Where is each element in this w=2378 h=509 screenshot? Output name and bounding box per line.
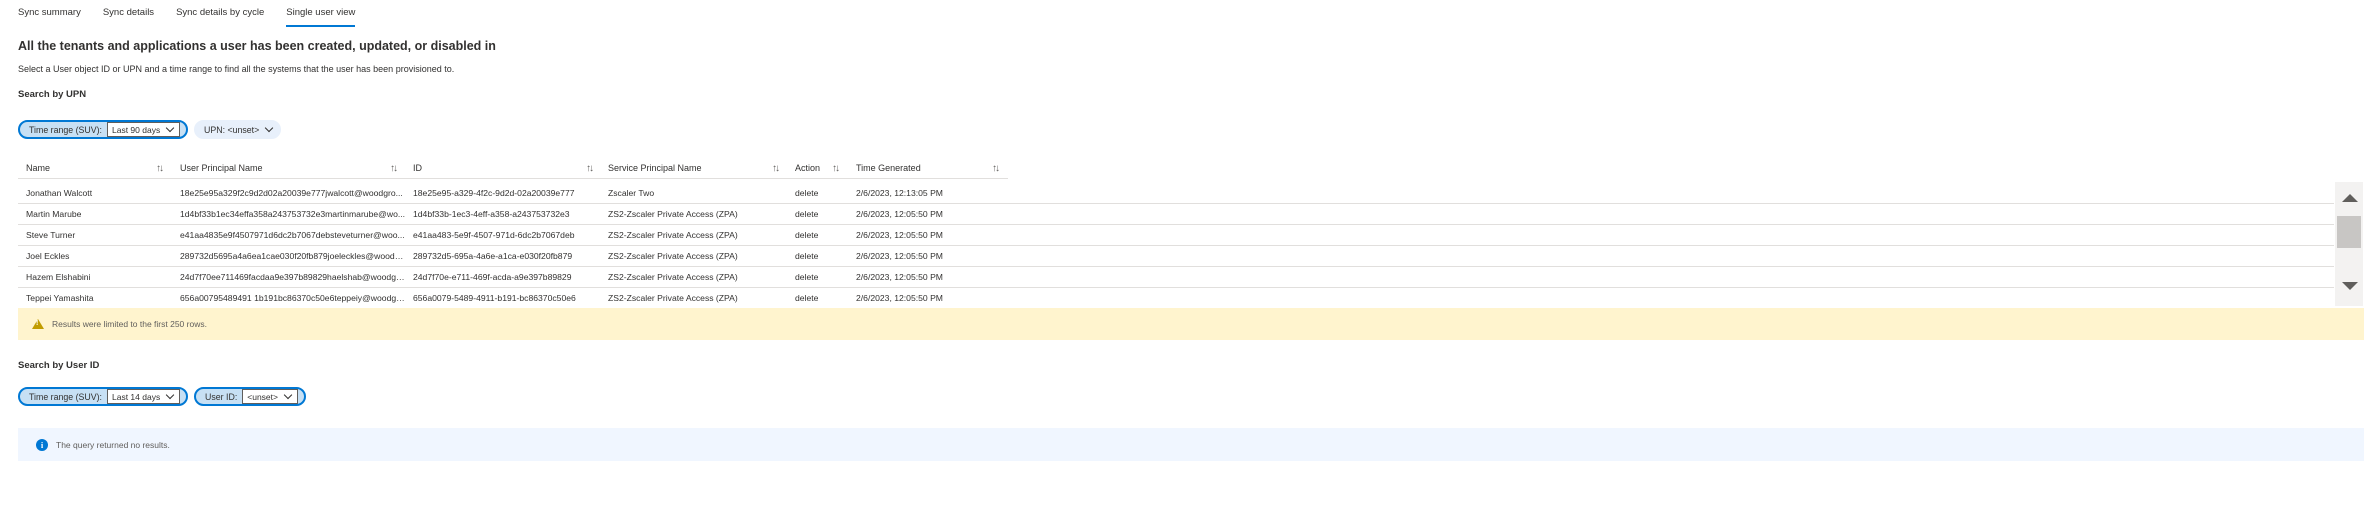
cell-upn: 24d7f70ee711469facdaa9e397b89829haelshab… [180, 272, 405, 282]
table-row[interactable]: Jonathan Walcott 18e25e95a329f2c9d2d02a2… [18, 182, 2334, 204]
cell-id: 24d7f70e-e711-469f-acda-a9e397b89829 [413, 272, 572, 282]
time-range-dropdown[interactable]: Last 14 days [107, 389, 181, 404]
cell-name: Hazem Elshabini [26, 272, 91, 282]
cell-spn: ZS2-Zscaler Private Access (ZPA) [608, 209, 738, 219]
column-header-name[interactable]: Name [26, 163, 50, 173]
time-range-filter-upn[interactable]: Time range (SUV): Last 90 days [18, 120, 189, 139]
column-header-action[interactable]: Action [795, 163, 820, 173]
cell-action: delete [795, 209, 819, 219]
chevron-down-icon [165, 390, 175, 400]
cell-spn: Zscaler Two [608, 188, 655, 198]
cell-time: 2/6/2023, 12:05:50 PM [856, 272, 943, 282]
cell-upn: 656a00795489491 1b191bc86370c50e6teppeiy… [180, 293, 405, 303]
cell-action: delete [795, 251, 819, 261]
cell-spn: ZS2-Zscaler Private Access (ZPA) [608, 251, 738, 261]
chevron-down-icon [265, 123, 274, 133]
page-subtitle: Select a User object ID or UPN and a tim… [18, 64, 455, 74]
upn-filter[interactable]: UPN: <unset> [194, 120, 282, 139]
cell-upn: 1d4bf33b1ec34effa358a243753732e3martinma… [180, 209, 405, 219]
results-table: Jonathan Walcott 18e25e95a329f2c9d2d02a2… [18, 182, 2334, 306]
table-row[interactable]: Teppei Yamashita 656a00795489491 1b191bc… [18, 287, 2334, 306]
sort-arrows-icon[interactable]: ↑↓ [992, 163, 1000, 174]
sort-arrows-icon[interactable]: ↑↓ [156, 163, 164, 174]
cell-id: 289732d5-695a-4a6e-a1ca-e030f20fb879 [413, 251, 573, 261]
cell-time: 2/6/2023, 12:05:50 PM [856, 251, 943, 261]
cell-name: Steve Turner [26, 230, 76, 240]
warning-message: Results were limited to the first 250 ro… [52, 319, 207, 329]
chevron-down-icon [283, 390, 293, 400]
sort-arrows-icon[interactable]: ↑↓ [390, 163, 398, 174]
cell-upn: e41aa4835e9f4507971d6dc2b7067debstevetur… [180, 230, 405, 240]
column-header-time[interactable]: Time Generated [856, 163, 921, 173]
user-id-label: User ID: [205, 391, 238, 402]
user-id-dropdown[interactable]: <unset> [242, 389, 298, 404]
column-header-id[interactable]: ID [413, 163, 422, 173]
page-title: All the tenants and applications a user … [18, 39, 496, 53]
userid-section-label: Search by User ID [18, 360, 100, 371]
time-range-value: Last 90 days [112, 124, 161, 135]
cell-action: delete [795, 188, 819, 198]
info-banner: i The query returned no results. [18, 428, 2364, 461]
scrollbar-thumb[interactable] [2337, 216, 2361, 248]
table-row[interactable]: Hazem Elshabini 24d7f70ee711469facdaa9e3… [18, 266, 2334, 288]
table-row[interactable]: Joel Eckles 289732d5695a4a6ea1cae030f20f… [18, 245, 2334, 267]
cell-id: 656a0079-5489-4911-b191-bc86370c50e6 [413, 293, 576, 303]
cell-action: delete [795, 293, 819, 303]
cell-upn: 289732d5695a4a6ea1cae030f20fb879joeleckl… [180, 251, 405, 261]
warning-banner: Results were limited to the first 250 ro… [18, 308, 2364, 340]
cell-name: Jonathan Walcott [26, 188, 93, 198]
cell-time: 2/6/2023, 12:05:50 PM [856, 209, 943, 219]
cell-upn: 18e25e95a329f2c9d2d02a20039e777jwalcott@… [180, 188, 403, 198]
upn-filter-label: UPN: <unset> [204, 124, 260, 135]
tab-single-user-view[interactable]: Single user view [286, 0, 356, 27]
cell-time: 2/6/2023, 12:05:50 PM [856, 230, 943, 240]
upn-section-label: Search by UPN [18, 89, 87, 100]
user-id-value: <unset> [247, 391, 278, 402]
cell-id: e41aa483-5e9f-4507-971d-6dc2b7067deb [413, 230, 575, 240]
tab-sync-details-by-cycle[interactable]: Sync details by cycle [176, 0, 264, 27]
table-header: Name ↑↓ User Principal Name ↑↓ ID ↑↓ Ser… [18, 160, 1008, 179]
cell-spn: ZS2-Zscaler Private Access (ZPA) [608, 272, 738, 282]
time-range-label: Time range (SUV): [29, 391, 102, 402]
cell-spn: ZS2-Zscaler Private Access (ZPA) [608, 230, 738, 240]
sort-arrows-icon[interactable]: ↑↓ [586, 163, 594, 174]
cell-id: 1d4bf33b-1ec3-4eff-a358-a243753732e3 [413, 209, 570, 219]
table-row[interactable]: Martin Marube 1d4bf33b1ec34effa358a24375… [18, 203, 2334, 225]
cell-time: 2/6/2023, 12:05:50 PM [856, 293, 943, 303]
time-range-filter-userid[interactable]: Time range (SUV): Last 14 days [18, 387, 189, 406]
scroll-up-arrow-icon[interactable] [2342, 194, 2358, 202]
time-range-dropdown[interactable]: Last 90 days [107, 122, 181, 137]
time-range-label: Time range (SUV): [29, 124, 102, 135]
warning-icon [32, 319, 44, 329]
table-scrollbar[interactable] [2335, 182, 2363, 306]
sort-arrows-icon[interactable]: ↑↓ [832, 163, 840, 174]
cell-spn: ZS2-Zscaler Private Access (ZPA) [608, 293, 738, 303]
scroll-down-arrow-icon[interactable] [2342, 282, 2358, 290]
user-id-filter[interactable]: User ID: <unset> [194, 387, 306, 406]
tab-bar: Sync summary Sync details Sync details b… [18, 0, 377, 28]
cell-action: delete [795, 230, 819, 240]
cell-name: Teppei Yamashita [26, 293, 94, 303]
cell-action: delete [795, 272, 819, 282]
sort-arrows-icon[interactable]: ↑↓ [772, 163, 780, 174]
cell-time: 2/6/2023, 12:13:05 PM [856, 188, 943, 198]
time-range-value: Last 14 days [112, 391, 161, 402]
column-header-upn[interactable]: User Principal Name [180, 163, 263, 173]
table-row[interactable]: Steve Turner e41aa4835e9f4507971d6dc2b70… [18, 224, 2334, 246]
info-icon: i [36, 438, 48, 451]
cell-name: Joel Eckles [26, 251, 70, 261]
cell-id: 18e25e95-a329-4f2c-9d2d-02a20039e777 [413, 188, 575, 198]
column-header-spn[interactable]: Service Principal Name [608, 163, 702, 173]
info-message: The query returned no results. [56, 439, 170, 450]
cell-name: Martin Marube [26, 209, 82, 219]
tab-sync-details[interactable]: Sync details [103, 0, 154, 27]
chevron-down-icon [165, 123, 175, 133]
tab-sync-summary[interactable]: Sync summary [18, 0, 81, 27]
